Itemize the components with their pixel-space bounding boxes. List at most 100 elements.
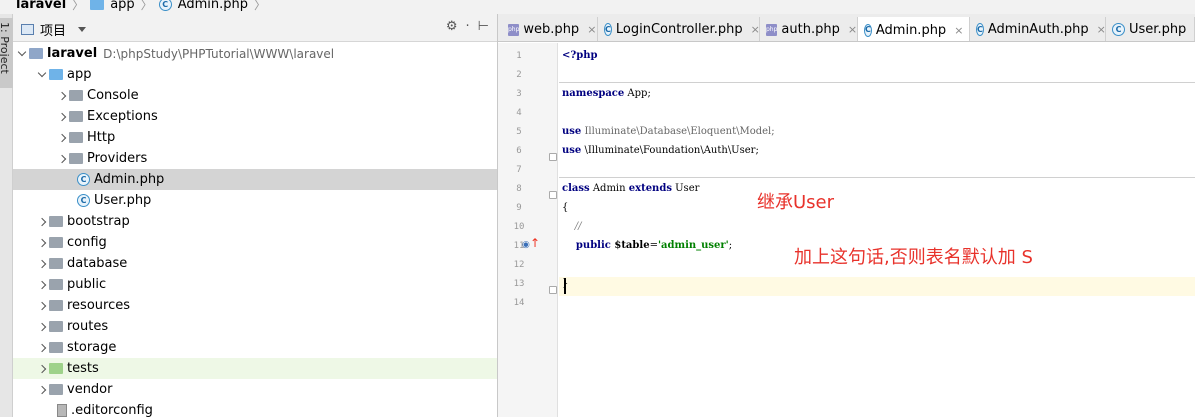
code-editor: php web.php × C LoginController.php × ph… <box>498 14 1195 417</box>
code-text: User <box>671 183 700 194</box>
gear-icon[interactable]: ⚙ <box>446 19 458 34</box>
line-number: 12 <box>513 260 525 270</box>
code-string: 'admin_user' <box>657 240 729 251</box>
tree-item-label: Console <box>87 88 139 103</box>
chevron-right-icon[interactable] <box>37 343 47 352</box>
tab-label: AdminAuth.php <box>987 22 1089 37</box>
project-panel-header: 项目 ⚙ · ⊢ <box>13 14 497 42</box>
chevron-right-icon[interactable] <box>37 217 47 226</box>
tree-item-public[interactable]: public <box>13 274 497 295</box>
chevron-right-icon[interactable] <box>37 385 47 394</box>
tree-item-resources[interactable]: resources <box>13 295 497 316</box>
php-file-icon: php <box>766 23 778 36</box>
tree-item-tests[interactable]: tests <box>13 358 497 379</box>
hide-panel-icon[interactable]: ⊢ <box>478 19 489 34</box>
chevron-right-icon[interactable] <box>37 322 47 331</box>
chevron-right-icon[interactable] <box>57 91 67 100</box>
chevron-down-icon[interactable] <box>37 68 47 78</box>
close-icon[interactable]: × <box>848 23 857 36</box>
close-icon[interactable]: × <box>954 24 963 37</box>
code-comment: // <box>562 221 582 232</box>
code-line-6: use \Illuminate\Foundation\Auth\User; <box>562 145 759 156</box>
folder-icon <box>69 111 83 122</box>
fold-toggle-icon[interactable] <box>549 286 557 294</box>
project-view-selector[interactable]: 项目 <box>21 20 87 39</box>
tab-logincontroller-php[interactable]: C LoginController.php × <box>598 17 760 41</box>
chevron-right-icon[interactable] <box>37 238 47 247</box>
chevron-right-icon[interactable] <box>37 301 47 310</box>
line-number: 5 <box>516 127 522 137</box>
chevron-right-icon[interactable] <box>37 364 47 373</box>
tree-item-console[interactable]: Console <box>13 85 497 106</box>
line-number: 4 <box>516 108 522 118</box>
line-number: 7 <box>516 165 522 175</box>
breadcrumb-item-laravel[interactable]: laravel <box>16 0 66 12</box>
code-text: Illuminate\Database\Eloquent\Model; <box>581 126 775 137</box>
close-icon[interactable]: × <box>587 23 596 36</box>
chevron-right-icon[interactable] <box>37 259 47 268</box>
php-class-icon: C <box>1112 23 1125 36</box>
tree-item-editorconfig[interactable]: .editorconfig <box>13 400 497 417</box>
keyword: class <box>562 183 590 194</box>
tree-item-providers[interactable]: Providers <box>13 148 497 169</box>
tab-web-php[interactable]: php web.php × <box>502 17 598 41</box>
project-tool-label: 1: Project <box>0 22 11 74</box>
fold-toggle-icon[interactable] <box>549 153 557 161</box>
tab-adminauth-php[interactable]: C AdminAuth.php × <box>970 17 1106 41</box>
php-class-icon: C <box>158 0 172 11</box>
annotation-inherit: 继承User <box>757 192 835 213</box>
folder-icon <box>49 69 63 80</box>
close-icon[interactable]: × <box>1097 23 1106 36</box>
tree-item-database[interactable]: database <box>13 253 497 274</box>
project-panel-title: 项目 <box>40 24 67 39</box>
code-text: \Illuminate\Foundation\Auth\User; <box>581 145 759 156</box>
php-class-icon: C <box>864 23 872 37</box>
line-number: 13 <box>513 279 525 289</box>
tree-item-label: Admin.php <box>94 172 165 187</box>
tree-item-exceptions[interactable]: Exceptions <box>13 106 497 127</box>
code-text: App; <box>624 88 651 99</box>
tree-item-storage[interactable]: storage <box>13 337 497 358</box>
tab-user-php[interactable]: C User.php <box>1106 17 1195 41</box>
tree-item-user-php[interactable]: C User.php <box>13 190 497 211</box>
code-text: Admin <box>589 183 629 194</box>
text-caret <box>564 278 566 294</box>
chevron-right-icon[interactable] <box>57 112 67 121</box>
tree-item-label: database <box>67 256 128 271</box>
code-text: ; <box>728 240 733 251</box>
tree-item-label: bootstrap <box>67 214 130 229</box>
chevron-right-icon[interactable] <box>37 280 47 289</box>
breadcrumb-item-app[interactable]: app <box>110 0 134 12</box>
tree-item-vendor[interactable]: vendor <box>13 379 497 400</box>
tree-item-label: Exceptions <box>87 109 158 124</box>
tree-item-routes[interactable]: routes <box>13 316 497 337</box>
override-marker-icon[interactable]: ◉ <box>522 240 530 250</box>
tree-item-http[interactable]: Http <box>13 127 497 148</box>
close-icon[interactable]: × <box>751 23 760 36</box>
tree-item-app[interactable]: app <box>13 64 497 85</box>
php-class-icon: C <box>604 23 612 36</box>
chevron-down-icon[interactable] <box>17 47 27 57</box>
folder-icon <box>69 90 83 101</box>
tab-label: User.php <box>1129 22 1187 37</box>
code-area[interactable]: <?php namespace App; use Illuminate\Data… <box>559 43 1195 417</box>
tab-auth-php[interactable]: php auth.php × <box>760 17 858 41</box>
php-class-icon: C <box>77 173 90 186</box>
tree-item-laravel[interactable]: laravel D:\phpStudy\PHPTutorial\WWW\lara… <box>13 43 497 64</box>
tree-item-bootstrap[interactable]: bootstrap <box>13 211 497 232</box>
chevron-right-icon[interactable] <box>57 154 67 163</box>
project-panel-tools: ⚙ · ⊢ <box>446 19 489 34</box>
keyword: namespace <box>562 88 625 99</box>
fold-toggle-icon[interactable] <box>549 191 557 199</box>
tree-item-label: config <box>67 235 107 250</box>
tree-item-admin-php[interactable]: C Admin.php <box>13 169 497 190</box>
project-tool-button[interactable]: 1: Project <box>0 18 13 88</box>
breadcrumb-item-admin[interactable]: Admin.php <box>178 0 248 12</box>
tab-admin-php[interactable]: C Admin.php × <box>858 17 970 41</box>
keyword: public <box>562 240 611 251</box>
tree-item-label: public <box>67 277 107 292</box>
chevron-right-icon[interactable] <box>57 133 67 142</box>
tree-item-label: User.php <box>94 193 152 208</box>
tree-item-config[interactable]: config <box>13 232 497 253</box>
code-variable: $table <box>610 240 650 251</box>
